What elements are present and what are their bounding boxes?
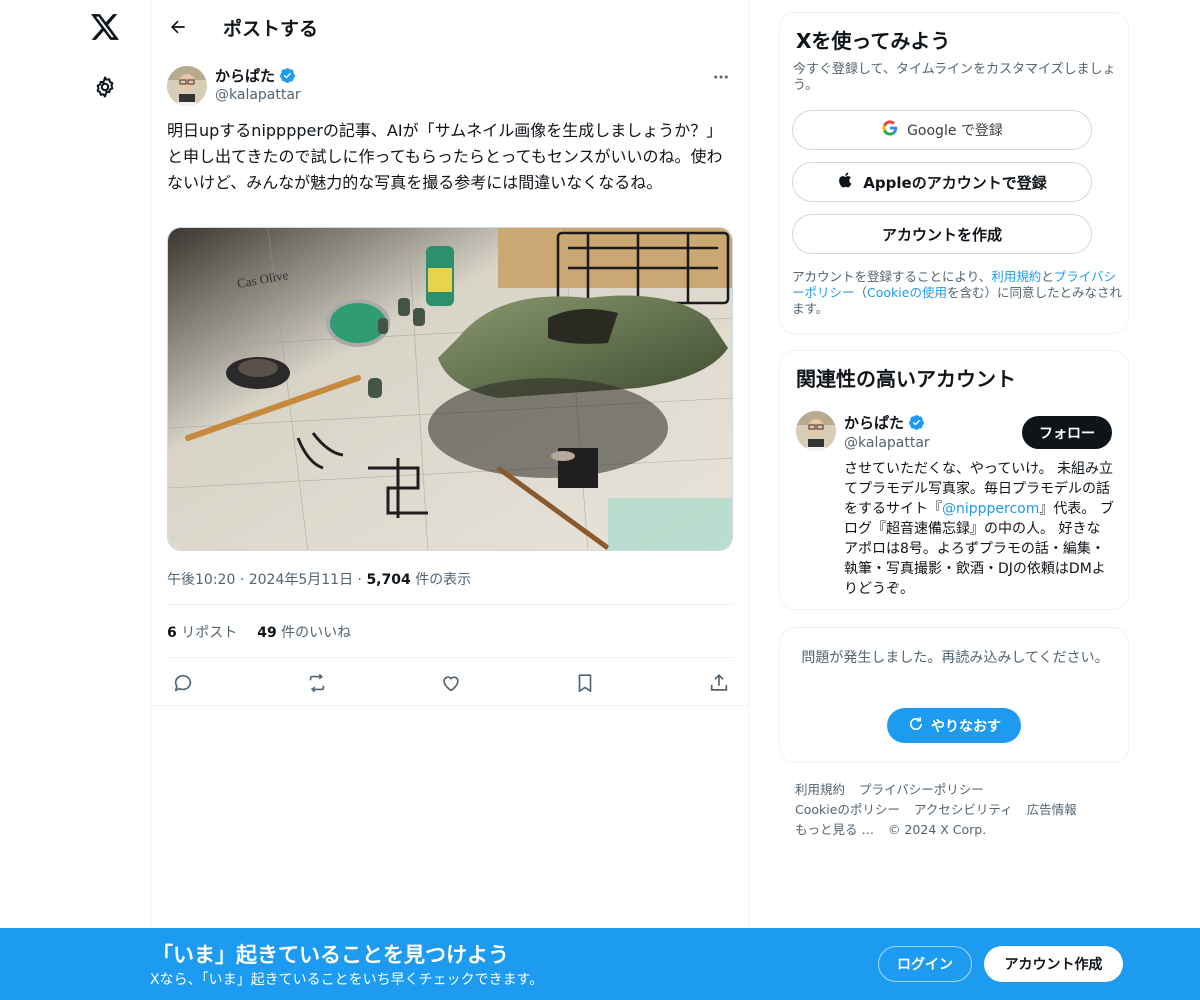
- google-icon: [881, 119, 899, 141]
- signup-button[interactable]: アカウント作成: [984, 946, 1123, 982]
- likes-label: 件のいいね: [281, 625, 352, 641]
- legal-text: アカウントを登録することにより、: [792, 269, 992, 284]
- error-message: 問題が発生しました。再読み込みしてください。: [801, 650, 1109, 666]
- heart-icon[interactable]: [435, 668, 467, 698]
- footer-accessibility-link[interactable]: アクセシビリティ: [914, 800, 1013, 820]
- divider: [167, 657, 735, 658]
- related-account-handle[interactable]: @kalapattar: [844, 435, 930, 451]
- verified-badge-icon: [908, 414, 925, 431]
- related-title: 関連性の高いアカウント: [796, 367, 1016, 391]
- reposts-stat[interactable]: 6 リポスト: [167, 622, 237, 642]
- bookmark-icon[interactable]: [569, 668, 601, 698]
- share-icon[interactable]: [703, 668, 735, 698]
- apple-signup-label: Appleのアカウントで登録: [863, 173, 1047, 192]
- likes-stat[interactable]: 49 件のいいね: [257, 622, 351, 642]
- footer-ads-link[interactable]: 広告情報: [1027, 800, 1077, 820]
- banner-title: 「いま」起きていることを見つけよう: [152, 943, 509, 967]
- google-signup-label: Google で登録: [907, 123, 1003, 139]
- avatar[interactable]: [796, 411, 836, 451]
- gear-icon[interactable]: [90, 72, 120, 102]
- author-name[interactable]: からぱた: [215, 65, 296, 86]
- related-accounts-card: 関連性の高いアカウント からぱた @kalapattar フォロー させていただ…: [779, 350, 1129, 610]
- views-label: 件の表示: [415, 572, 472, 588]
- post-text: 明日upするnipppperの記事、AIが「サムネイル画像を生成しましょうか？」…: [167, 121, 723, 192]
- repost-icon[interactable]: [301, 668, 333, 698]
- related-name-text: からぱた: [844, 414, 905, 432]
- legal-text: （: [854, 285, 868, 300]
- post-image[interactable]: Cas Olive: [167, 227, 733, 551]
- legal-text: と: [1041, 269, 1054, 284]
- create-account-label: アカウントを作成: [881, 225, 1002, 244]
- meta-separator: ·: [239, 572, 249, 588]
- likes-count: 49: [257, 625, 277, 641]
- footer-copyright: © 2024 X Corp.: [887, 822, 987, 837]
- author-name-text: からぱた: [215, 67, 276, 85]
- signup-card: Xを使ってみよう 今すぐ登録して、タイムラインをカスタマイズしましょう。 Goo…: [779, 12, 1129, 334]
- verified-badge-icon: [279, 67, 296, 84]
- refresh-icon: [907, 715, 925, 737]
- bio-mention-link[interactable]: @nipppercom: [942, 501, 1039, 517]
- reposts-label: リポスト: [181, 625, 238, 641]
- left-nav: [0, 0, 150, 1000]
- arrow-left-icon[interactable]: [163, 12, 193, 42]
- more-icon[interactable]: [708, 64, 734, 90]
- action-bar: [167, 668, 735, 698]
- retry-button[interactable]: やりなおす: [887, 708, 1021, 743]
- create-account-button[interactable]: アカウントを作成: [792, 214, 1092, 254]
- page-header: ポストする: [151, 0, 749, 54]
- page-title: ポストする: [223, 18, 319, 40]
- google-signup-button[interactable]: Google で登録: [792, 110, 1092, 150]
- footer-cookie-link[interactable]: Cookieのポリシー: [795, 800, 900, 820]
- banner-subtitle: Xなら、「いま」起きていることをいち早くチェックできます。: [150, 972, 544, 988]
- error-card: 問題が発生しました。再読み込みしてください。 やりなおす: [779, 627, 1129, 763]
- reply-icon[interactable]: [167, 668, 199, 698]
- apple-icon: [837, 171, 855, 193]
- x-logo-icon[interactable]: [88, 10, 122, 44]
- main-column: ポストする からぱた @kalapattar 明日upするnipppperの記事…: [150, 0, 749, 1000]
- footer-privacy-link[interactable]: プライバシーポリシー: [859, 780, 984, 800]
- reposts-count: 6: [167, 625, 177, 641]
- apple-signup-button[interactable]: Appleのアカウントで登録: [792, 162, 1092, 202]
- footer-links: 利用規約 プライバシーポリシー Cookieのポリシー アクセシビリティ 広告情…: [795, 780, 1125, 840]
- avatar[interactable]: [167, 66, 207, 106]
- post-date[interactable]: 2024年5月11日: [249, 572, 353, 588]
- related-account-bio: させていただくな、やっていけ。 未組み立てプラモデル写真家。毎日プラモデルの話を…: [844, 459, 1114, 599]
- post-time[interactable]: 午後10:20: [167, 572, 235, 588]
- related-account-name[interactable]: からぱた: [844, 412, 925, 433]
- signup-subtitle: 今すぐ登録して、タイムラインをカスタマイズしましょう。: [793, 62, 1116, 93]
- signup-title: Xを使ってみよう: [796, 29, 951, 53]
- login-button[interactable]: ログイン: [878, 946, 972, 982]
- retry-label: やりなおす: [931, 718, 1001, 735]
- divider: [151, 705, 749, 706]
- post-meta: 午後10:20 · 2024年5月11日 · 5,704 件の表示: [167, 569, 471, 589]
- cookie-link[interactable]: Cookieの使用: [867, 285, 947, 300]
- bottom-banner: 「いま」起きていることを見つけよう Xなら、「いま」起きていることをいち早くチェ…: [0, 928, 1200, 1000]
- terms-link[interactable]: 利用規約: [991, 269, 1041, 284]
- footer-more-link[interactable]: もっと見る …: [795, 820, 874, 840]
- views-count: 5,704: [366, 572, 411, 588]
- divider: [167, 604, 735, 605]
- post-stats: 6 リポスト 49 件のいいね: [167, 622, 351, 642]
- footer-terms-link[interactable]: 利用規約: [795, 780, 845, 800]
- signup-legal-text: アカウントを登録することにより、利用規約とプライバシーポリシー（Cookieの使…: [792, 269, 1122, 317]
- author-handle[interactable]: @kalapattar: [215, 87, 301, 103]
- follow-button[interactable]: フォロー: [1022, 416, 1112, 449]
